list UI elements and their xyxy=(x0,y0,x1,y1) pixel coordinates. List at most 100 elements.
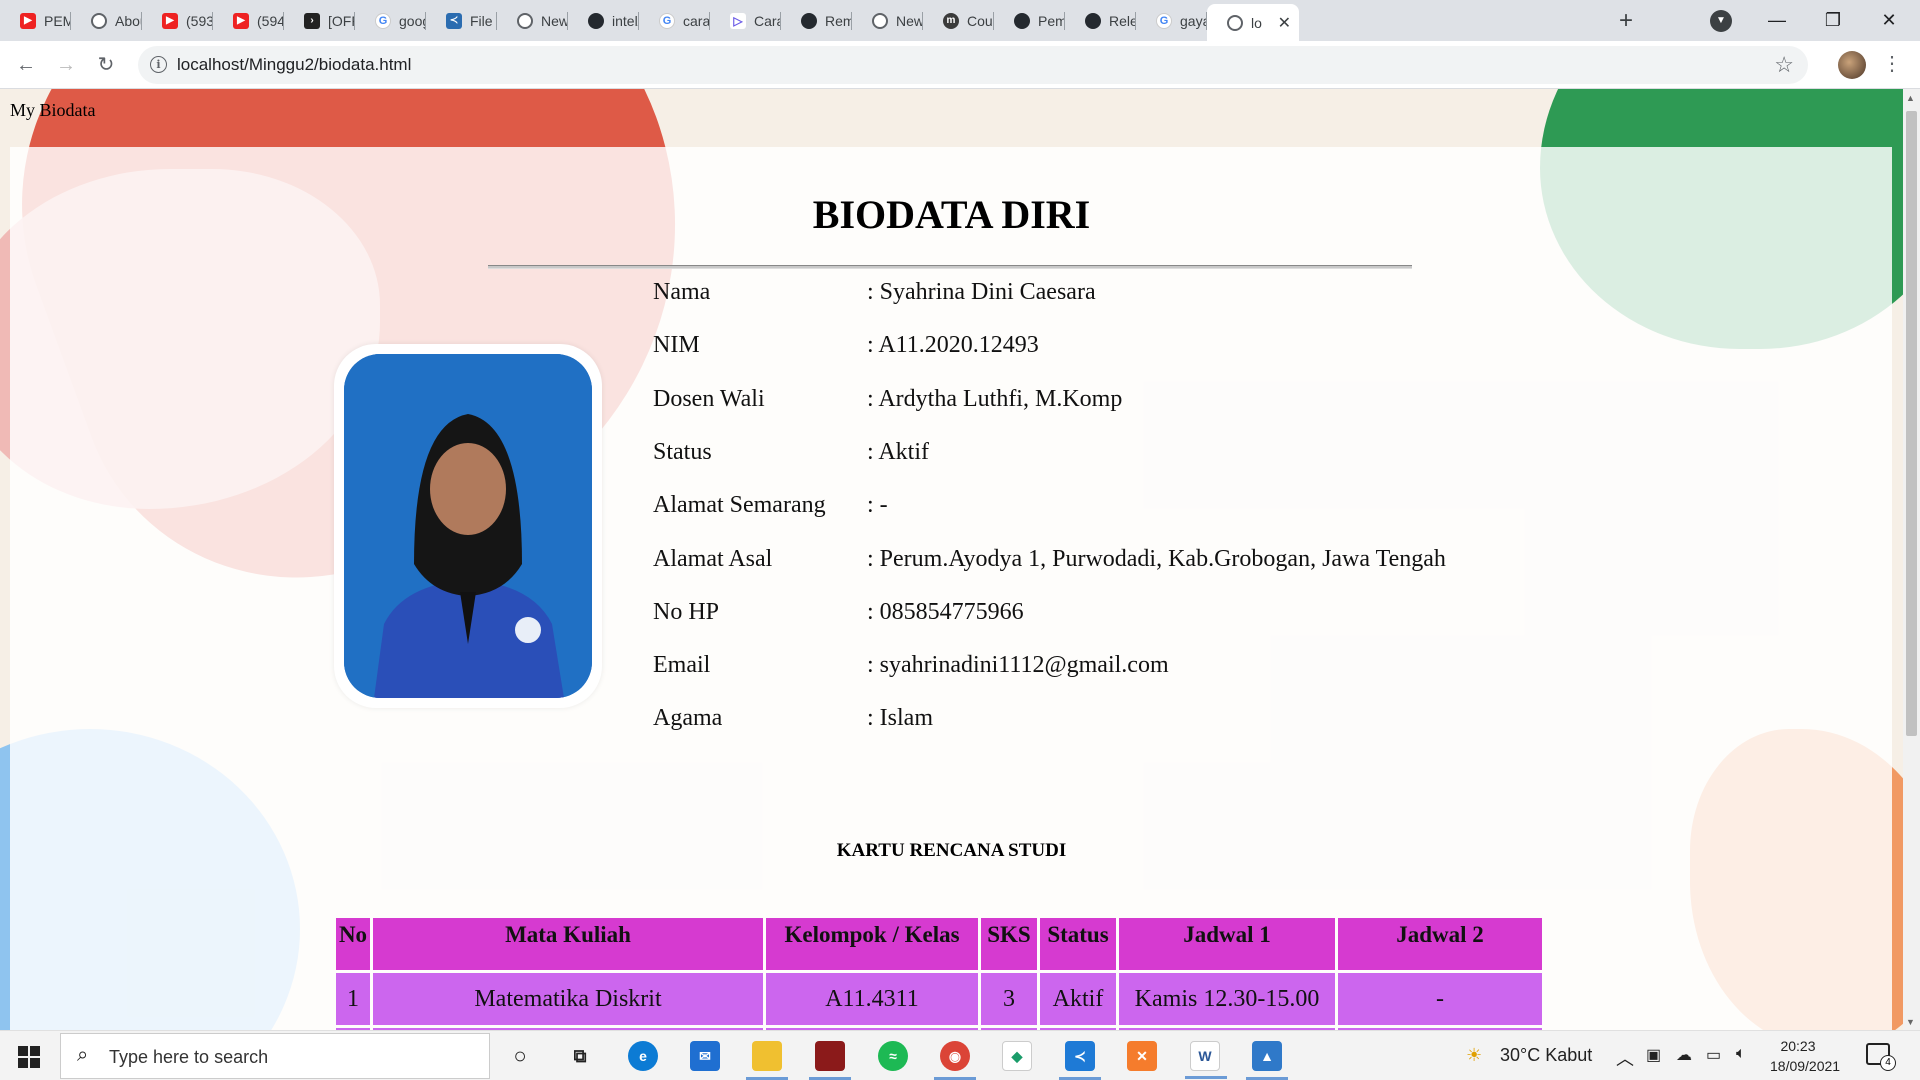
coursera-icon: m xyxy=(943,12,959,29)
search-icon: ⌕ xyxy=(77,1044,89,1066)
youtube-icon: ▶ xyxy=(233,12,249,29)
bookmark-star-icon[interactable]: ☆ xyxy=(1774,52,1794,78)
app-icon[interactable]: ◆ xyxy=(1002,1041,1032,1071)
close-tab-icon[interactable]: ✕ xyxy=(1278,13,1291,33)
browser-tab[interactable]: Gcara r xyxy=(639,0,710,41)
windows-start-icon[interactable] xyxy=(18,1046,40,1068)
globe-icon xyxy=(1227,14,1243,31)
tab-label: New T xyxy=(896,12,923,29)
biodata-value: : - xyxy=(867,492,888,519)
biodata-label: Agama xyxy=(653,705,723,732)
browser-tab[interactable]: intel/ xyxy=(568,0,639,41)
minimize-icon[interactable]: — xyxy=(1754,4,1800,36)
chevron-up-icon[interactable]: ︿ xyxy=(1616,1045,1634,1071)
vertical-scrollbar[interactable]: ▲ ▼ xyxy=(1903,89,1920,1030)
google-icon: G xyxy=(1156,12,1172,29)
photos-icon[interactable]: ▲ xyxy=(1246,1041,1288,1080)
biodata-label: Status xyxy=(653,438,712,465)
github-icon xyxy=(588,12,604,29)
browser-tab[interactable]: ▷ Cara I xyxy=(710,0,781,41)
scroll-down-icon[interactable]: ▼ xyxy=(1906,1017,1915,1027)
profile-photo xyxy=(344,354,592,698)
google-icon: G xyxy=(659,12,675,29)
github-icon xyxy=(1014,12,1030,29)
weather-text[interactable]: 30°C Kabut xyxy=(1500,1045,1592,1066)
mail-icon[interactable]: ✉ xyxy=(690,1041,720,1071)
browser-tab[interactable]: ▶ (593) xyxy=(142,0,213,41)
browser-tab[interactable]: ▶ PEMR xyxy=(0,0,71,41)
browser-tab[interactable]: Ggaya xyxy=(1136,0,1207,41)
tab-strip: ▶PEMR About ▶ (593)▶(594)›[OFFICGgoogl≺File… xyxy=(0,0,1920,41)
back-icon[interactable]: ← xyxy=(12,51,40,79)
krs-cell: A11.4311 xyxy=(766,973,978,1025)
task-view-icon[interactable]: ⧉ xyxy=(565,1041,595,1071)
tab-label: Remo xyxy=(825,12,852,29)
url-text[interactable]: localhost/Minggu2/biodata.html xyxy=(177,55,411,75)
reload-icon[interactable]: ↻ xyxy=(92,51,120,79)
browser-tab[interactable]: Remo xyxy=(781,0,852,41)
taskbar-search-input[interactable]: ⌕ Type here to search xyxy=(60,1033,490,1079)
youtube-icon: ▶ xyxy=(162,12,178,29)
tab-label: New T xyxy=(541,12,568,29)
biodata-value: : Ardytha Luthfi, M.Komp xyxy=(867,385,1123,412)
browser-tab[interactable]: New T xyxy=(852,0,923,41)
browser-tab[interactable]: About xyxy=(71,0,142,41)
google-icon: G xyxy=(375,12,391,29)
clock-time: 20:23 xyxy=(1780,1038,1816,1054)
more-menu-icon[interactable]: ⋮ xyxy=(1882,51,1902,76)
browser-tab[interactable]: New T xyxy=(497,0,568,41)
scrollbar-thumb[interactable] xyxy=(1906,111,1917,736)
tab-label: About xyxy=(115,12,142,29)
biodata-label: Nama xyxy=(653,279,711,305)
profile-avatar[interactable] xyxy=(1838,51,1866,79)
biodata-label: Dosen Wali xyxy=(653,385,765,412)
biodata-value: : Islam xyxy=(867,705,933,732)
krs-title: KARTU RENCANA STUDI xyxy=(836,840,1067,861)
forward-icon[interactable]: → xyxy=(52,51,80,79)
device-icon[interactable]: ▣ xyxy=(1646,1045,1661,1065)
tab-search-icon[interactable]: ▼ xyxy=(1710,10,1732,32)
new-tab-button[interactable]: + xyxy=(1612,8,1640,36)
volume-icon[interactable]: 🔈︎ xyxy=(1736,1045,1746,1063)
browser-tab[interactable]: ▶ (594) xyxy=(213,0,284,41)
office-icon: › xyxy=(304,12,320,29)
cloud-icon[interactable]: ☁ xyxy=(1676,1045,1692,1065)
restore-icon[interactable]: ❐ xyxy=(1810,4,1856,36)
browser-tab[interactable]: Ggoogl xyxy=(355,0,426,41)
weather-icon[interactable]: ☀ xyxy=(1466,1045,1482,1066)
browser-tab[interactable]: m Cours xyxy=(923,0,994,41)
tab-label: (593) xyxy=(186,12,213,29)
system-clock[interactable]: 20:23 18/09/2021 xyxy=(1770,1036,1840,1076)
cortana-icon[interactable]: ○ xyxy=(505,1041,535,1071)
word-icon[interactable]: W xyxy=(1185,1041,1227,1079)
krs-table: No Mata Kuliah Kelompok / Kelas SKS Status Ja… xyxy=(333,915,1545,1030)
github-icon xyxy=(801,12,817,29)
page-viewport: My Biodata BIODATA DIRI Nama: Syahrina D… xyxy=(0,89,1903,1030)
battery-icon[interactable]: ▭ xyxy=(1706,1045,1721,1065)
scroll-up-icon[interactable]: ▲ xyxy=(1906,93,1915,103)
site-info-icon[interactable]: i xyxy=(150,56,167,73)
browser-tab[interactable]: Pem- xyxy=(994,0,1065,41)
biodata-label: Alamat Semarang xyxy=(653,492,826,519)
krs-cell: Aktif xyxy=(1040,973,1116,1025)
xampp-icon[interactable]: ✕ xyxy=(1127,1041,1157,1071)
browser-tab[interactable]: ≺ File B xyxy=(426,0,497,41)
browser-tab[interactable]: Relea xyxy=(1065,0,1136,41)
krs-header-cell: SKS xyxy=(981,918,1037,970)
close-window-icon[interactable]: ✕ xyxy=(1866,4,1912,36)
krs-header-cell: Jadwal 1 xyxy=(1119,918,1335,970)
edge-icon[interactable]: e xyxy=(628,1041,658,1071)
vscode-icon[interactable]: ≺ xyxy=(1059,1041,1101,1080)
address-bar[interactable]: i localhost/Minggu2/biodata.html ☆ xyxy=(138,46,1808,84)
table-row: 1 Matematika Diskrit A11.4311 3 Aktif Kamis 1… xyxy=(336,973,1542,1025)
chrome-icon xyxy=(872,12,888,29)
file-explorer-icon[interactable] xyxy=(746,1041,788,1080)
tab-active[interactable]: lo ✕ xyxy=(1207,4,1299,41)
browser-toolbar: ← → ↻ i localhost/Minggu2/biodata.html ☆… xyxy=(0,41,1920,89)
notification-count: 4 xyxy=(1880,1055,1896,1071)
spotify-icon[interactable]: ≈ xyxy=(878,1041,908,1071)
browser-tab[interactable]: › [OFFIC xyxy=(284,0,355,41)
chrome-icon[interactable]: ◉ xyxy=(934,1041,976,1080)
notification-icon[interactable]: 4 xyxy=(1866,1043,1896,1071)
app-icon[interactable] xyxy=(809,1041,851,1080)
